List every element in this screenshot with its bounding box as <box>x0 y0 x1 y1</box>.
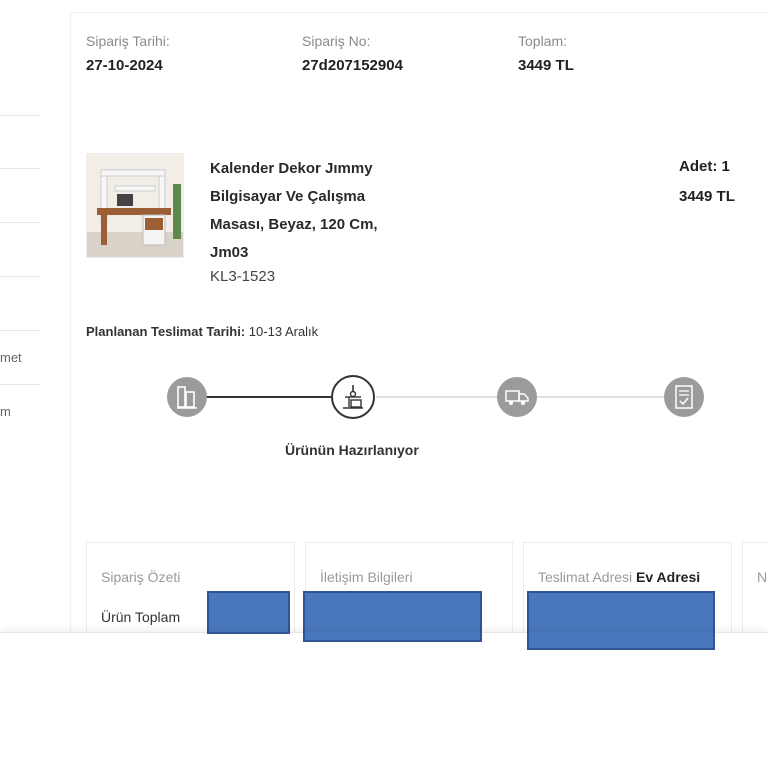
order-number: Sipariş No: 27d207152904 <box>302 33 403 74</box>
redaction-block <box>207 591 290 634</box>
sidebar-divider <box>0 330 40 331</box>
contact-info-title: İletişim Bilgileri <box>320 569 413 585</box>
preparing-icon <box>343 385 363 409</box>
notes-box: No <box>742 542 768 642</box>
tracker-line-pending <box>376 396 498 398</box>
quantity-label: Adet: <box>679 158 718 175</box>
order-total: Toplam: 3449 TL <box>518 33 574 74</box>
account-sidebar: met m <box>0 0 40 630</box>
sidebar-divider <box>0 276 40 277</box>
sidebar-divider <box>0 384 40 385</box>
redaction-block <box>207 632 290 634</box>
step-shipping <box>497 377 537 417</box>
page-bottom-blank <box>0 632 768 768</box>
order-date: Sipariş Tarihi: 27-10-2024 <box>86 33 170 74</box>
delivered-document-icon <box>675 385 693 409</box>
order-date-label: Sipariş Tarihi: <box>86 33 170 49</box>
sidebar-divider <box>0 168 40 169</box>
product-title[interactable]: Kalender Dekor Jımmy Bilgisayar Ve Çalış… <box>210 155 400 267</box>
sidebar-divider <box>0 115 40 116</box>
product-image[interactable] <box>86 153 184 258</box>
quantity-value: 1 <box>721 158 730 175</box>
shipping-truck-icon <box>505 390 529 405</box>
planned-delivery-label: Planlanan Teslimat Tarihi: <box>86 324 246 339</box>
redaction-block <box>527 632 715 650</box>
sidebar-item-label[interactable]: m <box>0 404 11 419</box>
sidebar-item-label[interactable]: met <box>0 350 22 365</box>
order-total-value: 3449 TL <box>518 57 574 74</box>
address-type: Ev Adresi <box>636 569 701 585</box>
order-number-value: 27d207152904 <box>302 57 403 74</box>
redaction-block <box>303 632 482 642</box>
order-date-value: 27-10-2024 <box>86 57 163 74</box>
product-price: 3449 TL <box>679 188 735 205</box>
order-detail-page: met m Sipariş Tarihi: 27-10-2024 Sipariş… <box>0 0 768 768</box>
order-number-label: Sipariş No: <box>302 33 371 49</box>
product-total-label: Ürün Toplam <box>101 609 181 625</box>
planned-delivery: Planlanan Teslimat Tarihi: 10-13 Aralık <box>86 324 318 339</box>
step-order-received <box>167 377 207 417</box>
order-summary-title: Sipariş Özeti <box>101 569 181 585</box>
delivery-address-label: Teslimat Adresi <box>538 569 633 585</box>
notes-title-fragment: No <box>757 569 768 585</box>
tracker-line-done <box>206 396 332 398</box>
product-quantity: Adet: 1 <box>679 158 730 175</box>
delivery-address-title: Teslimat Adresi Ev Adresi <box>538 569 700 585</box>
order-received-icon <box>177 386 197 409</box>
active-step-label: Ürünün Hazırlanıyor <box>285 442 419 458</box>
product-sku: KL3-1523 <box>210 268 276 285</box>
order-total-label: Toplam: <box>518 33 568 49</box>
planned-delivery-value: 10-13 Aralık <box>248 324 319 339</box>
tracker-line-pending <box>536 396 664 398</box>
sidebar-divider <box>0 222 40 223</box>
step-delivered <box>664 377 704 417</box>
step-preparing <box>331 375 375 419</box>
order-card <box>70 12 768 632</box>
